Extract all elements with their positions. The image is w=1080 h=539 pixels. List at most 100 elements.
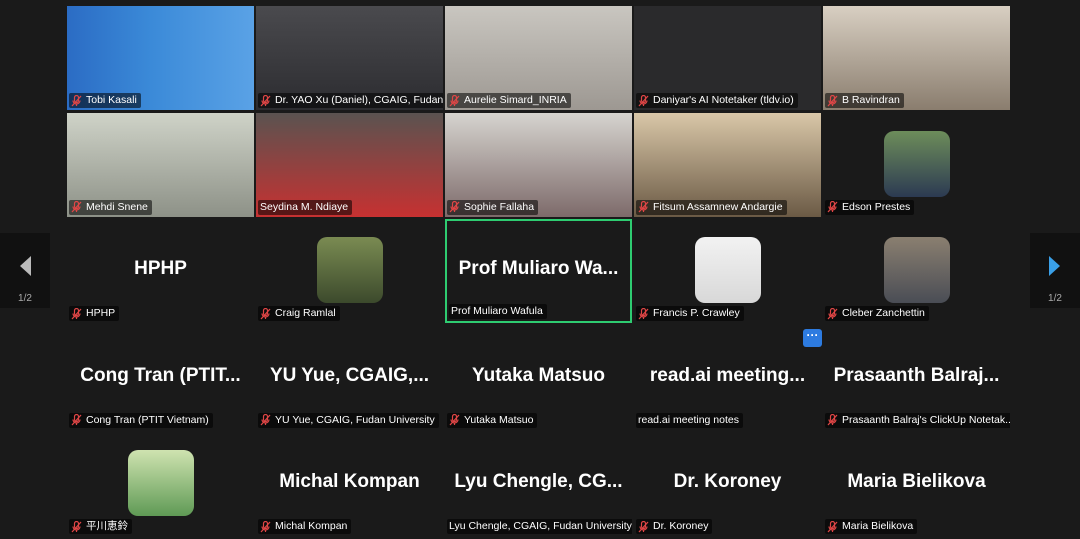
microphone-muted-icon: [827, 201, 838, 213]
participant-name: Prof Muliaro Wafula: [451, 305, 543, 317]
participant-name-label: Francis P. Crawley: [636, 306, 744, 321]
microphone-muted-icon: [449, 201, 460, 213]
participant-name-label: 平川恵鈴: [69, 519, 132, 534]
microphone-muted-icon: [71, 201, 82, 213]
participant-name: Dr. Koroney: [653, 520, 709, 532]
participant-name-label: HPHP: [69, 306, 120, 321]
participant-name-label: Aurelie Simard_INRIA: [447, 93, 571, 108]
participant-name-label: Prasaanth Balraj's ClickUp Notetak...: [825, 412, 1010, 428]
more-options-button[interactable]: ···: [803, 329, 822, 347]
participant-tile[interactable]: Fitsum Assamnew Andargie: [634, 112, 821, 217]
participant-name-label: Michal Kompan: [258, 519, 352, 534]
microphone-muted-icon: [638, 307, 649, 319]
prev-page-button[interactable]: 1/2: [0, 233, 50, 308]
participant-name-label: Seydina M. Ndiaye: [258, 199, 353, 215]
avatar: [883, 130, 950, 197]
participant-name: Sophie Fallaha: [464, 200, 535, 213]
participant-tile[interactable]: Cong Tran (PTIT... Cong Tran (PTIT Vietna…: [67, 325, 254, 430]
participant-name-label: YU Yue, CGAIG, Fudan University: [258, 412, 439, 428]
avatar: [694, 237, 761, 303]
participant-name-label: Prof Muliaro Wafula: [449, 304, 547, 319]
microphone-muted-icon: [260, 520, 271, 532]
participant-name: Cong Tran (PTIT Vietnam): [86, 413, 209, 426]
participant-name-label: Tobi Kasali: [69, 93, 141, 108]
participant-name: Cleber Zanchettin: [842, 307, 925, 319]
participant-name: Daniyar's AI Notetaker (tldv.io): [653, 94, 794, 106]
chevron-right-icon: [1049, 256, 1060, 276]
participant-name-label: Edson Prestes: [825, 199, 915, 215]
participant-display-name: Lyu Chengle, CG...: [454, 470, 623, 492]
participant-tile[interactable]: Yutaka Matsuo Yutaka Matsuo: [445, 325, 632, 430]
participant-name: Lyu Chengle, CGAIG, Fudan University: [449, 520, 632, 532]
microphone-muted-icon: [638, 94, 649, 106]
participant-display-name: Maria Bielikova: [847, 470, 986, 492]
participant-display-name: Dr. Koroney: [673, 470, 782, 492]
participant-name: HPHP: [86, 307, 116, 319]
participant-tile[interactable]: Tobi Kasali: [67, 6, 254, 110]
participant-name-label: Cong Tran (PTIT Vietnam): [69, 412, 213, 428]
participant-tile[interactable]: Dr. YAO Xu (Daniel), CGAIG, Fudan...: [256, 6, 443, 110]
participant-tile[interactable]: B Ravindran: [823, 6, 1010, 110]
microphone-muted-icon: [260, 307, 271, 319]
participant-name: Tobi Kasali: [86, 94, 137, 106]
participant-display-name: Prof Muliaro Wa...: [458, 257, 619, 279]
participant-name-label: Fitsum Assamnew Andargie: [636, 199, 787, 215]
participant-tile[interactable]: Sophie Fallaha: [445, 112, 632, 217]
participant-tile[interactable]: Francis P. Crawley: [634, 219, 821, 323]
participant-name-label: Lyu Chengle, CGAIG, Fudan University: [447, 519, 632, 534]
participant-name-label: Mehdi Snene: [69, 199, 152, 215]
microphone-muted-icon: [71, 520, 82, 532]
microphone-muted-icon: [71, 414, 82, 426]
participant-gallery: Tobi Kasali Dr. YAO Xu (Daniel), CGAIG, F…: [67, 6, 1013, 539]
microphone-muted-icon: [827, 520, 838, 532]
participant-name-label: Dr. YAO Xu (Daniel), CGAIG, Fudan...: [258, 93, 443, 108]
participant-tile[interactable]: Seydina M. Ndiaye: [256, 112, 443, 217]
page-indicator: 1/2: [1048, 293, 1062, 304]
participant-tile[interactable]: Daniyar's AI Notetaker (tldv.io): [634, 6, 821, 110]
participant-tile[interactable]: Michal Kompan Michal Kompan: [256, 432, 443, 536]
participant-name: Michal Kompan: [275, 520, 348, 532]
microphone-muted-icon: [260, 94, 271, 106]
participant-tile[interactable]: Craig Ramlal: [256, 219, 443, 323]
participant-name-label: Cleber Zanchettin: [825, 306, 929, 321]
participant-name-label: Yutaka Matsuo: [447, 412, 538, 428]
participant-tile[interactable]: Lyu Chengle, CG... Lyu Chengle, CGAIG, Fu…: [445, 432, 632, 536]
participant-name-label: Dr. Koroney: [636, 519, 713, 534]
participant-name: YU Yue, CGAIG, Fudan University: [275, 413, 435, 426]
participant-display-name: Yutaka Matsuo: [471, 364, 606, 386]
chevron-left-icon: [20, 256, 31, 276]
participant-tile[interactable]: YU Yue, CGAIG,... YU Yue, CGAIG, Fudan Un…: [256, 325, 443, 430]
microphone-muted-icon: [638, 520, 649, 532]
participant-name: B Ravindran: [842, 94, 900, 106]
participant-tile[interactable]: HPHP HPHP: [67, 219, 254, 323]
participant-name: Seydina M. Ndiaye: [260, 200, 349, 213]
participant-tile[interactable]: Prasaanth Balraj... Prasaanth Balraj's Cl…: [823, 325, 1010, 430]
participant-display-name: YU Yue, CGAIG,...: [269, 364, 430, 386]
participant-name-label: Daniyar's AI Notetaker (tldv.io): [636, 93, 798, 108]
participant-tile[interactable]: read.ai meeting... read.ai meeting notes: [634, 325, 821, 430]
participant-tile[interactable]: Edson Prestes: [823, 112, 1010, 217]
participant-tile[interactable]: Dr. Koroney Dr. Koroney: [634, 432, 821, 536]
participant-name: Fitsum Assamnew Andargie: [653, 200, 783, 213]
participant-tile[interactable]: Aurelie Simard_INRIA: [445, 6, 632, 110]
participant-display-name: read.ai meeting...: [649, 364, 806, 386]
participant-name: Prasaanth Balraj's ClickUp Notetak...: [842, 413, 1010, 426]
microphone-muted-icon: [71, 307, 82, 319]
microphone-muted-icon: [827, 307, 838, 319]
microphone-muted-icon: [260, 414, 271, 426]
participant-name-label: B Ravindran: [825, 93, 904, 108]
microphone-muted-icon: [827, 94, 838, 106]
microphone-muted-icon: [449, 94, 460, 106]
participant-tile[interactable]: Cleber Zanchettin: [823, 219, 1010, 323]
participant-name-label: Sophie Fallaha: [447, 199, 539, 215]
participant-name-label: Maria Bielikova: [825, 519, 918, 534]
participant-name-label: Craig Ramlal: [258, 306, 340, 321]
participant-name-label: read.ai meeting notes: [636, 412, 743, 428]
microphone-muted-icon: [71, 94, 82, 106]
participant-tile[interactable]: Mehdi Snene: [67, 112, 254, 217]
participant-tile[interactable]: Prof Muliaro Wa... Prof Muliaro Wafula: [445, 219, 632, 323]
participant-tile[interactable]: Maria Bielikova Maria Bielikova: [823, 432, 1010, 536]
participant-tile[interactable]: 平川恵鈴: [67, 432, 254, 536]
next-page-button[interactable]: 1/2: [1030, 233, 1080, 308]
participant-display-name: Prasaanth Balraj...: [833, 364, 1000, 386]
